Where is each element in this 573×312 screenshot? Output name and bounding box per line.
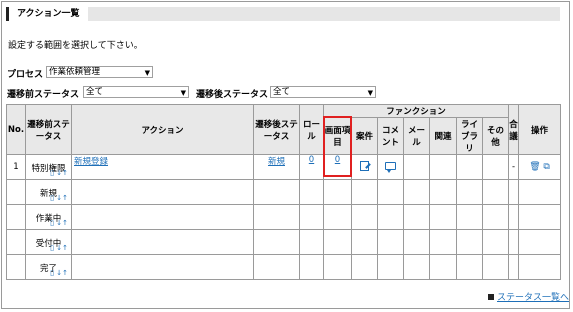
document-icon[interactable]: ▯ (50, 269, 54, 277)
process-select-value: 作業依頼管理 (49, 67, 101, 77)
consult-cell: - (508, 154, 520, 180)
role-count-link[interactable]: 0 (309, 156, 314, 166)
before-status-label: 遷移前ステータス (7, 90, 80, 100)
document-icon[interactable]: ▯ (50, 244, 54, 252)
before-status-cell: 新規 ▯ ↓↑ (25, 179, 72, 205)
header-action: アクション (71, 104, 254, 155)
sort-icon[interactable]: ↓↑ (56, 169, 68, 177)
case-cell (351, 154, 378, 180)
sort-icon[interactable]: ↓↑ (56, 194, 68, 202)
related-cell (429, 154, 457, 180)
process-select[interactable]: 作業依頼管理 ▼ (46, 66, 153, 78)
table-row: 完了 ▯ ↓↑ (6, 254, 562, 280)
screen-item-cell: 0 (323, 154, 352, 180)
header-operation: 操作 (518, 104, 562, 155)
process-label: プロセス (7, 70, 44, 80)
sort-icon[interactable]: ↓↑ (56, 219, 68, 227)
after-status-label: 遷移後ステータス (196, 90, 269, 100)
header-other: その他 (481, 117, 510, 155)
page-title: アクション一覧 (6, 7, 88, 21)
after-status-cell: 新規 (253, 154, 300, 180)
action-link[interactable]: 新規登録 (74, 157, 108, 167)
action-cell: 新規登録 (71, 154, 254, 180)
header-screen-item: 画面項目 (323, 117, 352, 155)
after-status-link[interactable]: 新規 (268, 157, 285, 167)
header-comment: コメント (377, 117, 404, 155)
other-cell (481, 154, 510, 180)
trash-icon[interactable]: 🗑 (529, 162, 540, 172)
role-cell: 0 (299, 154, 324, 180)
title-bar: アクション一覧 (6, 7, 560, 21)
edit-icon[interactable] (360, 160, 369, 171)
before-status-cell: 受付中 ▯ ↓↑ (25, 229, 72, 255)
header-before-status: 遷移前ステータス (25, 104, 72, 155)
chevron-down-icon: ▼ (144, 69, 150, 77)
action-table: No. 遷移前ステータス アクション 遷移後ステータス ロール ファンクション … (6, 104, 562, 280)
status-list-link[interactable]: ステータス一覧へ (497, 293, 569, 303)
after-status-select[interactable]: 全て ▼ (270, 86, 376, 98)
comment-cell (377, 154, 404, 180)
header-consult: 合議 (508, 104, 520, 155)
before-status-cell: 特別権限 ▯ ↓↑ (25, 154, 72, 180)
mail-cell (403, 154, 430, 180)
header-after-status: 遷移後ステータス (253, 104, 300, 155)
title-accent (6, 7, 9, 21)
table-row: 1 特別権限 ▯ ↓↑ 新規登録 新規 0 0 - 🗑 ⧉ (6, 154, 562, 180)
table-row: 作業中 ▯ ↓↑ (6, 204, 562, 230)
header-role: ロール (299, 104, 324, 155)
sort-icon[interactable]: ↓↑ (56, 269, 68, 277)
library-cell (456, 154, 483, 180)
table-row: 新規 ▯ ↓↑ (6, 179, 562, 205)
before-status-cell: 完了 ▯ ↓↑ (25, 254, 72, 280)
header-mail: メール (403, 117, 430, 155)
chevron-down-icon: ▼ (180, 89, 186, 97)
table-row: 受付中 ▯ ↓↑ (6, 229, 562, 255)
before-status-cell: 作業中 ▯ ↓↑ (25, 204, 72, 230)
chevron-down-icon: ▼ (367, 89, 373, 97)
after-status-value: 全て (273, 87, 291, 97)
instruction-text: 設定する範囲を選択して下さい。 (8, 41, 143, 51)
header-library: ライブラリ (456, 117, 483, 155)
sort-icon[interactable]: ↓↑ (56, 244, 68, 252)
before-status-select[interactable]: 全て ▼ (83, 86, 189, 98)
screen-item-count-link[interactable]: 0 (335, 156, 340, 166)
document-icon[interactable]: ▯ (50, 169, 54, 177)
header-case: 案件 (351, 117, 378, 155)
header-no: No. (6, 104, 26, 155)
square-bullet-icon (488, 293, 494, 300)
row-no: 1 (6, 154, 26, 180)
copy-icon[interactable]: ⧉ (543, 162, 549, 172)
document-icon[interactable]: ▯ (50, 194, 54, 202)
before-status-value: 全て (86, 87, 104, 97)
operation-cell: 🗑 ⧉ (518, 154, 562, 180)
comment-icon[interactable] (385, 161, 396, 173)
status-list-link-wrap: ステータス一覧へ (488, 290, 569, 303)
document-icon[interactable]: ▯ (50, 219, 54, 227)
header-function-group: ファンクション (322, 104, 510, 118)
header-related: 関連 (429, 117, 457, 155)
